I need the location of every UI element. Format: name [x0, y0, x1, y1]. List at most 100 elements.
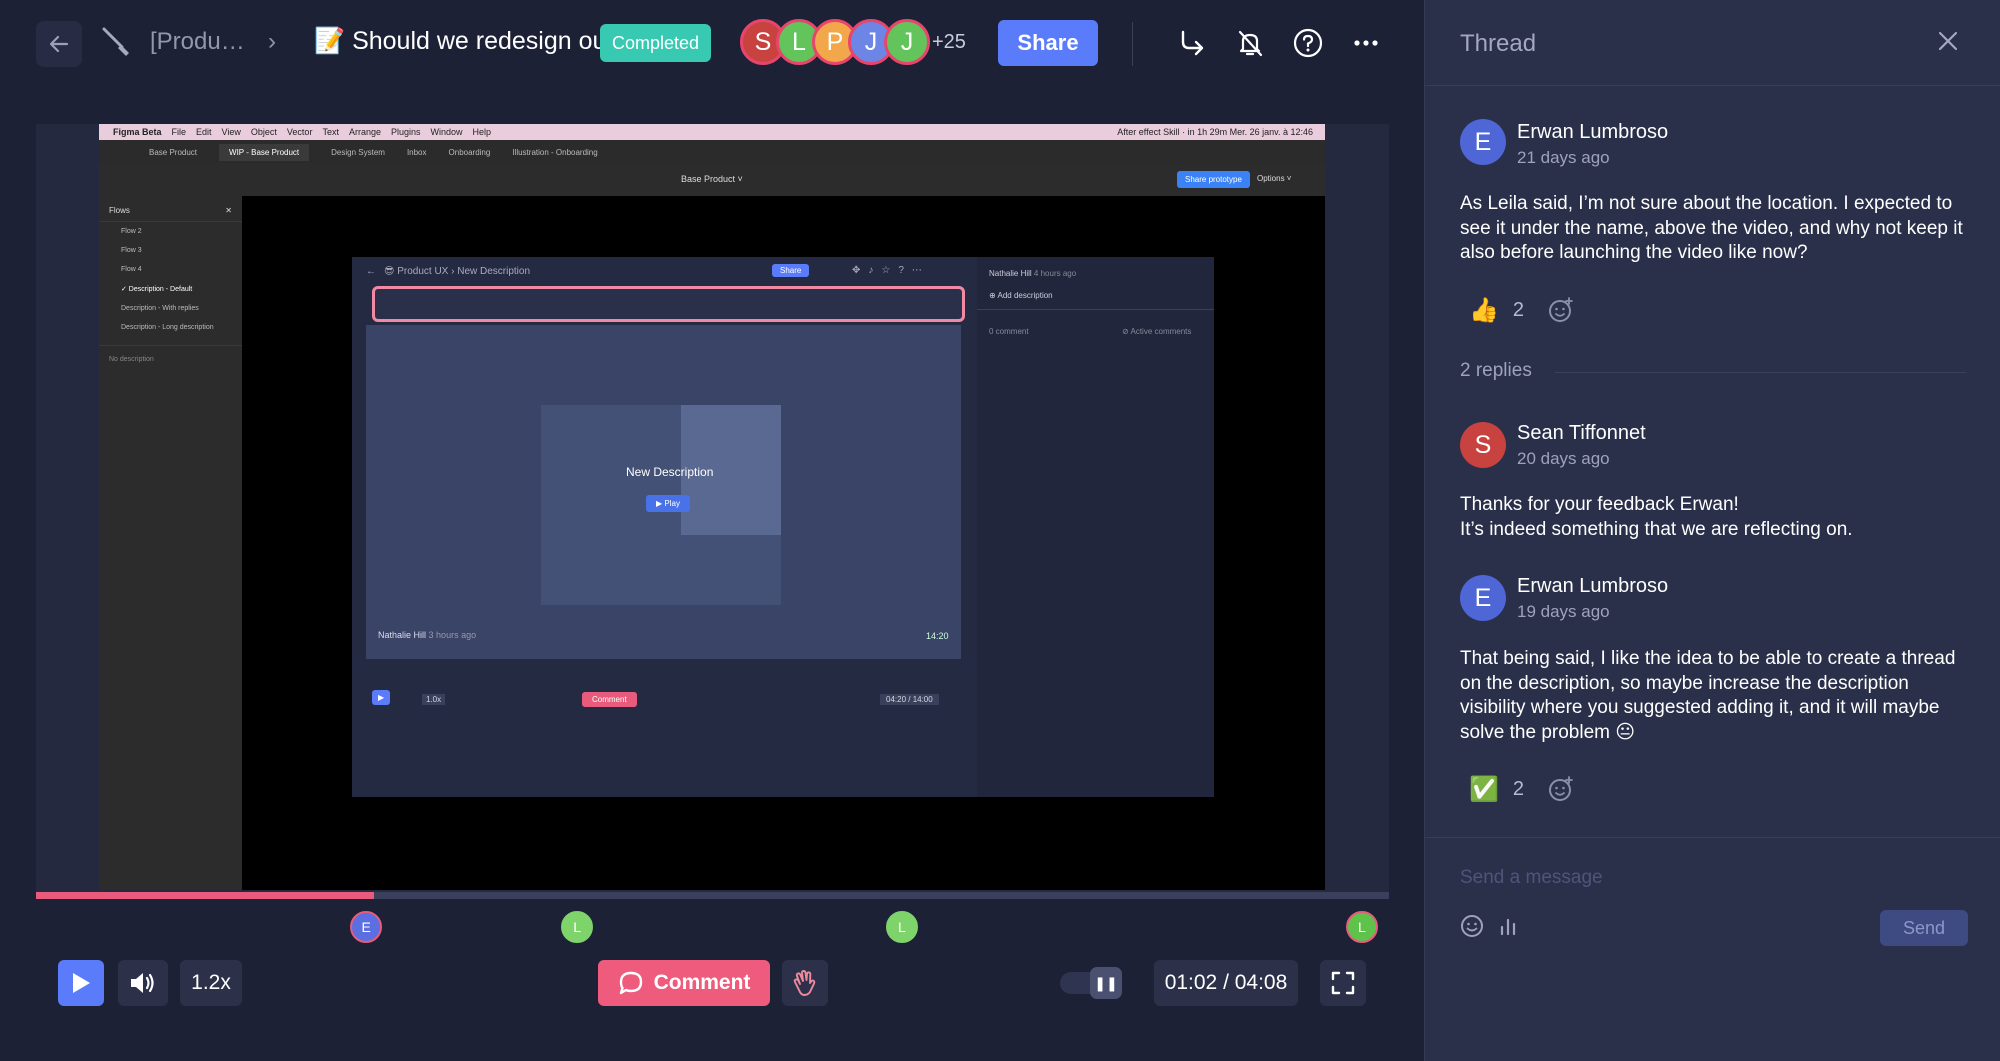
breadcrumb-parent[interactable]: [Produ… — [150, 28, 245, 56]
recorded-flow-item: Flow 2 — [121, 228, 142, 235]
recorded-inner-sidebar: Nathalie Hill 4 hours ago ⊕ Add descript… — [977, 257, 1214, 797]
share-button[interactable]: Share — [998, 20, 1098, 66]
message-author[interactable]: Sean Tiffonnet — [1517, 422, 1646, 445]
reaction-chip[interactable]: ✅ 2 — [1469, 772, 1524, 806]
recorded-flow-item: Flow 3 — [121, 247, 142, 254]
comment-marker[interactable]: L — [885, 911, 918, 943]
more-participants-count[interactable]: +25 — [932, 31, 966, 54]
close-icon — [1938, 31, 1958, 51]
message-time: 19 days ago — [1517, 602, 1610, 621]
recorded-tab: Inbox — [406, 147, 427, 157]
recorded-sidebar: Flows ✕ Flow 2 Flow 3 Flow 4 ✓ Descriptio… — [99, 196, 242, 890]
autopause-toggle[interactable]: ❚❚ — [1060, 967, 1122, 999]
recorded-tab: Design System — [331, 147, 385, 157]
recorded-inner-add-description: ⊕ Add description — [989, 291, 1053, 300]
recorded-flow-item: Description - Long description — [121, 324, 214, 331]
comment-marker[interactable]: L — [1345, 911, 1378, 943]
recorded-flows-header: Flows ✕ — [99, 196, 242, 222]
toolbar-divider — [1132, 22, 1133, 66]
menubar-item: Vector — [286, 127, 313, 137]
add-reaction-icon[interactable] — [1547, 296, 1575, 324]
recorded-inner-time: 14:20 — [926, 631, 949, 641]
forward-icon[interactable] — [1172, 23, 1212, 63]
comment-marker[interactable]: E — [350, 911, 383, 943]
recorded-inner-video: New Description ▶ Play Nathalie Hill 3 h… — [366, 325, 961, 659]
recorded-inner-play: ▶ Play — [646, 495, 690, 512]
page-title[interactable]: 📝 Should we redesign ou… — [314, 27, 631, 56]
comment-marker[interactable]: L — [561, 911, 594, 943]
message-author[interactable]: Erwan Lumbroso — [1517, 121, 1668, 144]
reaction-chip[interactable]: 👍 2 — [1469, 293, 1524, 327]
wave-button[interactable] — [782, 960, 828, 1006]
more-icon[interactable] — [1346, 23, 1386, 63]
recorded-inner-side-author: Nathalie Hill 4 hours ago — [989, 269, 1077, 278]
replies-count: 2 replies — [1460, 360, 1532, 381]
thread-header: Thread — [1425, 0, 2000, 86]
recorded-inner-app: ← 😎 Product UX › New Description Share ✥… — [352, 257, 1214, 797]
pause-icon: ❚❚ — [1090, 967, 1122, 999]
replies-divider — [1555, 372, 1966, 373]
recorded-file-name: Base Product ˅ — [681, 174, 743, 184]
recorded-inner-author: Nathalie Hill 3 hours ago — [378, 630, 477, 640]
fullscreen-button[interactable] — [1320, 960, 1366, 1006]
menubar-item: Object — [250, 127, 277, 137]
breadcrumb-separator-icon: › — [268, 28, 276, 55]
top-bar: [Produ… › 📝 Should we redesign ou… Compl… — [0, 0, 1424, 88]
menubar-item: Edit — [196, 127, 212, 137]
emoji-icon[interactable] — [1459, 913, 1485, 939]
message-author[interactable]: Erwan Lumbroso — [1517, 575, 1668, 598]
recorded-toolbar: Base Product ˅ Share prototype Options ˅ — [99, 164, 1325, 196]
menubar-item: Figma Beta — [113, 127, 162, 137]
recorded-inner-share: Share — [772, 264, 810, 277]
speed-button[interactable]: 1.2x — [180, 960, 242, 1006]
recorded-options: Options ˅ — [1257, 174, 1292, 183]
recorded-tab: Base Product — [149, 147, 198, 157]
recorded-tab: Illustration - Onboarding — [512, 147, 598, 157]
menubar-status: After effect Skill · in 1h 29m Mer. 26 j… — [1117, 127, 1313, 137]
message-input[interactable] — [1460, 863, 1960, 893]
menubar-item: Plugins — [390, 127, 421, 137]
hand-wave-icon — [793, 970, 816, 996]
play-icon — [73, 973, 90, 993]
recorded-inner-controls: ▶ 1.0x Comment 04:20 / 14:00 — [372, 690, 972, 712]
poll-icon[interactable] — [1495, 913, 1521, 939]
comment-button[interactable]: Comment — [598, 960, 770, 1006]
back-arrow-icon — [49, 35, 69, 53]
volume-button[interactable] — [118, 960, 168, 1006]
recorded-flow-item: Description - With replies — [121, 305, 199, 312]
recorded-tabs: Base Product WIP - Base Product Design S… — [99, 140, 1325, 164]
message-composer: Send — [1425, 837, 2000, 1061]
avatar[interactable]: S — [1460, 422, 1506, 468]
fullscreen-icon — [1331, 971, 1355, 995]
recorded-inner-title: New Description — [626, 465, 714, 479]
message-body: That being said, I like the idea to be a… — [1460, 648, 1956, 743]
comment-button-label: Comment — [653, 971, 751, 994]
menubar-item: View — [221, 127, 241, 137]
help-icon[interactable] — [1288, 23, 1328, 63]
reaction-count: 2 — [1512, 777, 1525, 800]
brush-icon — [100, 25, 136, 61]
avatar[interactable]: J — [884, 19, 930, 65]
message-time: 20 days ago — [1517, 449, 1610, 468]
thread-title: Thread — [1460, 30, 1537, 57]
participant-avatars[interactable]: S L P J J — [740, 19, 930, 67]
recorded-inner-comment: Comment — [582, 692, 637, 707]
avatar[interactable]: E — [1460, 575, 1506, 621]
menubar-item: Window — [430, 127, 463, 137]
send-button[interactable]: Send — [1880, 910, 1968, 946]
recorded-inner-comment-count: 0 comment — [989, 327, 1029, 336]
avatar[interactable]: E — [1460, 119, 1506, 165]
video-player[interactable]: Figma Beta File Edit View Object Vector … — [99, 124, 1325, 890]
recorded-inner-speed: 1.0x — [422, 694, 446, 705]
bell-off-icon[interactable] — [1230, 23, 1270, 63]
recorded-inner-breadcrumb: 😎 Product UX › New Description — [384, 266, 531, 277]
volume-icon — [131, 973, 154, 993]
recorded-inner-active-comments: ⊘ Active comments — [1122, 327, 1192, 336]
back-button[interactable] — [36, 21, 82, 67]
reaction-count: 2 — [1512, 298, 1525, 321]
add-reaction-icon[interactable] — [1547, 775, 1575, 803]
progress-bar[interactable] — [36, 892, 1389, 899]
thread-panel: Thread E Erwan Lumbroso 21 days ago As L… — [1424, 0, 2000, 1061]
play-button[interactable] — [58, 960, 104, 1006]
close-button[interactable] — [1933, 26, 1963, 56]
